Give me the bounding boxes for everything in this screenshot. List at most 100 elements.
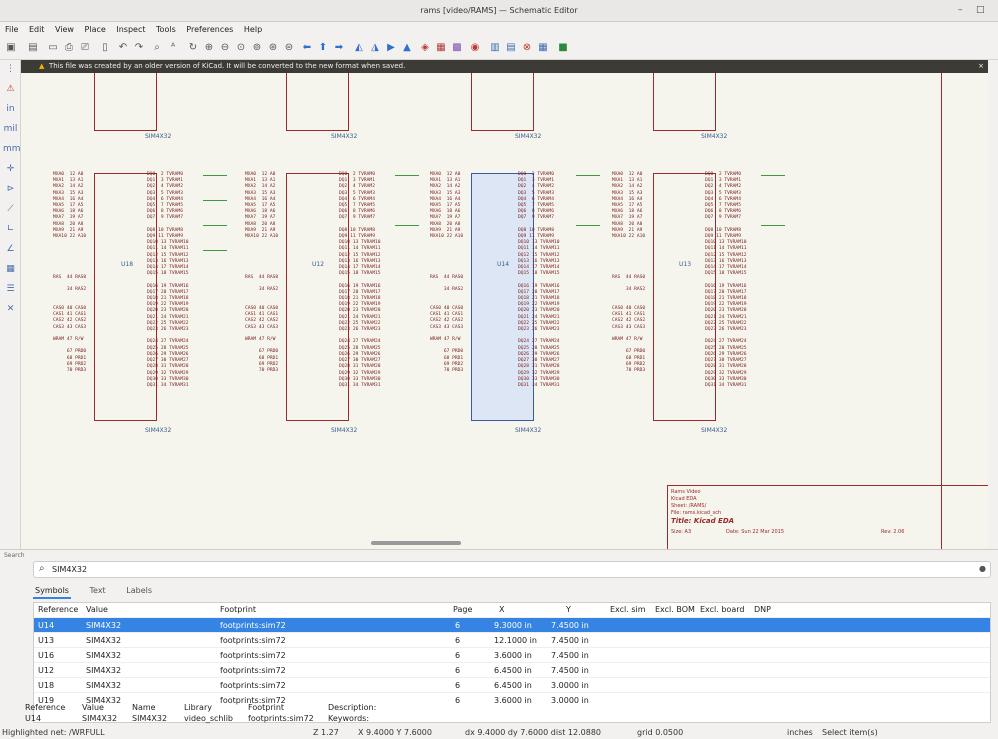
column-header[interactable]: DNP [754,603,771,617]
open-pcb-icon[interactable]: ■ [556,41,570,55]
erc-icon[interactable]: ◉ [468,41,482,55]
column-header[interactable]: Value [86,603,108,617]
column-header[interactable]: Excl. board [700,603,744,617]
navigate-forward-icon[interactable]: ➡ [332,41,346,55]
annotate-icon[interactable]: ▩ [450,41,464,55]
menu-help[interactable]: Help [244,25,262,34]
redo-icon[interactable]: ↷ [132,41,146,55]
menu-preferences[interactable]: Preferences [186,25,233,34]
minimize-button[interactable]: – [958,5,963,15]
find-replace-icon[interactable]: ᴬ [166,41,180,55]
horizontal-scrollbar[interactable] [371,541,461,545]
page-settings-icon[interactable]: ▭ [46,41,60,55]
line-mode-free-icon[interactable]: ⟋ [3,202,18,217]
menu-file[interactable]: File [5,25,18,34]
properties-icon[interactable]: ✕ [3,302,18,317]
address-pins: MXA0 12 A0 MXA1 13 A1 MXA2 14 A2 MXA3 15… [53,172,87,240]
symbol-editor-icon[interactable]: ◈ [418,41,432,55]
column-header[interactable]: Excl. BOM [655,603,695,617]
units-mm-icon[interactable]: mm [3,142,21,157]
assign-footprints-icon[interactable]: ▤ [504,41,518,55]
netlist-icon[interactable]: ▦ [536,41,550,55]
control-pins: RAS 44 RAS0 34 RAS2 CAS0 40 CAS0 CAS1 41… [53,275,87,374]
prop-label: Description: [328,703,377,712]
component-top-1[interactable] [94,73,157,131]
mirror-h-icon[interactable]: ▲ [400,41,414,55]
warning-icon: ▲ [39,62,45,70]
undo-icon[interactable]: ↶ [116,41,130,55]
clear-search-icon[interactable]: ● [979,564,986,573]
wire [203,225,227,226]
zoom-fit-icon[interactable]: ⊙ [234,41,248,55]
zoom-objects-icon[interactable]: ⊚ [250,41,264,55]
prop-value: video_schlib [184,714,234,723]
column-header[interactable]: X [499,603,504,617]
cell-value: SIM4X32 [86,666,122,675]
hidden-pins-icon[interactable]: ⊳ [3,182,18,197]
line-mode-45-icon[interactable]: ∠ [3,242,18,257]
component-top-3[interactable] [471,73,534,131]
column-header[interactable]: Reference [38,603,78,617]
print-icon[interactable]: ⎙ [62,41,76,55]
hierarchy-icon[interactable]: ☰ [3,282,18,297]
menu-edit[interactable]: Edit [29,25,45,34]
units-mil-icon[interactable]: mil [3,122,18,137]
symbol-browser-icon[interactable]: ▦ [434,41,448,55]
component-value-label: SIM4X32 [145,427,172,434]
menu-place[interactable]: Place [85,25,106,34]
cursor-icon[interactable]: ✛ [3,162,18,177]
tab-labels[interactable]: Labels [124,584,154,597]
close-icon[interactable]: × [978,60,984,73]
rotate-ccw-icon[interactable]: ◭ [352,41,366,55]
line-mode-90-icon[interactable]: ∟ [3,222,18,237]
grid-icon[interactable]: ⋮ [3,62,18,77]
plot-icon[interactable]: ⎚ [78,41,92,55]
rotate-cw-icon[interactable]: ◮ [368,41,382,55]
title-block-size: Size: A3 [671,529,692,535]
menu-inspect[interactable]: Inspect [116,25,145,34]
navigate-back-icon[interactable]: ⬅ [300,41,314,55]
units-inch-icon[interactable]: in [3,102,18,117]
table-row[interactable]: U16 SIM4X32 footprints:sim72 6 3.6000 in… [34,647,990,662]
navigate-up-icon[interactable]: ⬆ [316,41,330,55]
column-header[interactable]: Y [566,603,571,617]
prop-value: Keywords: [328,714,370,723]
component-top-4[interactable] [653,73,716,131]
tab-symbols[interactable]: Symbols [33,584,71,599]
zoom-in-icon[interactable]: ⊕ [202,41,216,55]
menu-tools[interactable]: Tools [156,25,176,34]
table-row[interactable]: U12 SIM4X32 footprints:sim72 6 6.4500 in… [34,662,990,677]
search-input[interactable]: ⌕ SIM4X32 ● [33,561,991,578]
refresh-icon[interactable]: ↻ [186,41,200,55]
schematic-canvas[interactable]: ▲ This file was created by an older vers… [21,60,988,549]
wire [576,175,600,176]
mirror-v-icon[interactable]: ▶ [384,41,398,55]
tab-text[interactable]: Text [88,584,108,597]
column-header[interactable]: Page [453,603,472,617]
symbol-library-icon[interactable]: ▦ [3,262,18,277]
find-icon[interactable]: ⌕ [150,41,164,55]
zoom-out-icon[interactable]: ⊖ [218,41,232,55]
control-pins: RAS 44 RAS0 34 RAS2 CAS0 40 CAS0 CAS1 41… [245,275,279,374]
column-header[interactable]: Footprint [220,603,256,617]
erc-marker-icon[interactable]: ⚠ [3,82,18,97]
control-pins: RAS 44 RAS0 34 RAS2 CAS0 40 CAS0 CAS1 41… [612,275,646,374]
table-row[interactable]: U18 SIM4X32 footprints:sim72 6 6.4500 in… [34,677,990,692]
zoom-area-icon[interactable]: ⊜ [282,41,296,55]
symbol-fields-icon[interactable]: ▥ [488,41,502,55]
search-query[interactable]: SIM4X32 [52,565,87,574]
paste-icon[interactable]: ▯ [98,41,112,55]
table-row[interactable]: U13 SIM4X32 footprints:sim72 6 12.1000 i… [34,632,990,647]
left-toolbar: ⋮ ⚠ in mil mm ✛ ⊳ ⟋ ∟ ∠ ▦ ☰ ✕ [0,60,21,549]
schematic-setup-icon[interactable]: ▤ [26,41,40,55]
prop-value: footprints:sim72 [248,714,314,723]
bom-icon[interactable]: ⊗ [520,41,534,55]
table-row[interactable]: U14 SIM4X32 footprints:sim72 6 9.3000 in… [34,617,990,632]
menu-view[interactable]: View [55,25,74,34]
status-units: inches [787,728,813,737]
column-header[interactable]: Excl. sim [610,603,646,617]
maximize-button[interactable]: □ [976,5,985,15]
save-icon[interactable]: ▣ [4,41,18,55]
component-top-2[interactable] [286,73,349,131]
zoom-selection-icon[interactable]: ⊛ [266,41,280,55]
